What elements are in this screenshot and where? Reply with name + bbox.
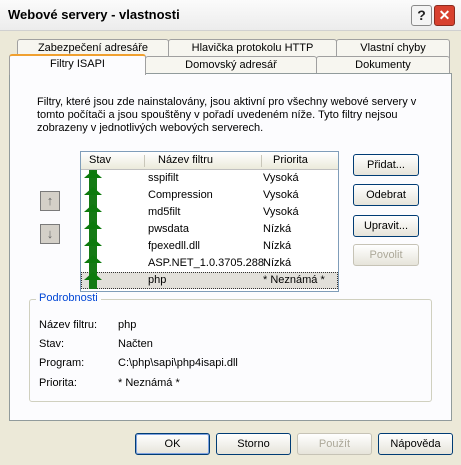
filter-name-cell: sspifilt bbox=[148, 172, 179, 184]
arrow-up-icon: ↑ bbox=[46, 193, 54, 208]
column-divider bbox=[261, 155, 262, 167]
filter-row[interactable]: ASP.NET_1.0.3705.288 Nízká bbox=[81, 255, 338, 272]
program-label: Program: bbox=[39, 357, 85, 369]
details-title: Podrobnosti bbox=[36, 292, 101, 304]
move-up-button[interactable]: ↑ bbox=[40, 191, 60, 211]
ok-button[interactable]: OK bbox=[135, 433, 210, 455]
tab-isapi-filters[interactable]: Filtry ISAPI bbox=[9, 54, 146, 75]
column-header-status[interactable]: Stav bbox=[89, 154, 111, 166]
green-up-arrow-icon bbox=[84, 255, 102, 263]
filter-row[interactable]: md5filt Vysoká bbox=[81, 204, 338, 221]
list-header: Stav Název filtru Priorita bbox=[81, 152, 338, 170]
green-up-arrow-icon bbox=[84, 221, 102, 229]
green-up-arrow-icon bbox=[84, 170, 102, 178]
filter-priority-cell: Nízká bbox=[263, 223, 292, 235]
filter-priority-cell: Nízká bbox=[263, 240, 292, 252]
cancel-button[interactable]: Storno bbox=[216, 433, 291, 455]
green-up-arrow-icon bbox=[84, 204, 102, 212]
details-group bbox=[29, 299, 432, 402]
description-text: Filtry, které jsou zde nainstalovány, js… bbox=[37, 96, 417, 134]
arrow-down-icon: ↓ bbox=[46, 226, 54, 241]
filter-name-cell: Compression bbox=[148, 189, 213, 201]
properties-dialog: Webové servery - vlastnosti ? ✕ Zabezpeč… bbox=[0, 0, 461, 465]
column-header-name[interactable]: Název filtru bbox=[158, 154, 213, 166]
filter-name-value: php bbox=[118, 319, 137, 331]
filter-list[interactable]: Stav Název filtru Priorita sspifilt Vysok… bbox=[80, 151, 339, 292]
close-icon[interactable]: ✕ bbox=[434, 5, 455, 26]
add-button[interactable]: Přidat... bbox=[353, 154, 419, 176]
filter-row[interactable]: pwsdata Nízká bbox=[81, 221, 338, 238]
remove-button[interactable]: Odebrat bbox=[353, 184, 419, 206]
filter-name-cell: pwsdata bbox=[148, 223, 189, 235]
column-divider bbox=[144, 155, 145, 167]
filter-name-cell: php bbox=[148, 274, 167, 286]
title-bar: Webové servery - vlastnosti ? ✕ bbox=[0, 0, 461, 31]
filter-name-cell: ASP.NET_1.0.3705.288 bbox=[148, 257, 264, 269]
apply-button[interactable]: Použít bbox=[297, 433, 372, 455]
program-value: C:\php\sapi\php4isapi.dll bbox=[118, 357, 238, 369]
filter-name-cell: md5filt bbox=[148, 206, 181, 218]
filter-row[interactable]: fpexedll.dll Nízká bbox=[81, 238, 338, 255]
edit-button[interactable]: Upravit... bbox=[353, 215, 419, 237]
green-up-arrow-icon bbox=[84, 187, 102, 195]
status-value: Načten bbox=[118, 338, 153, 350]
filter-priority-cell: Vysoká bbox=[263, 189, 299, 201]
status-label: Stav: bbox=[39, 338, 65, 350]
filter-name-label: Název filtru: bbox=[39, 319, 98, 331]
enable-button[interactable]: Povolit bbox=[353, 244, 419, 266]
window-title: Webové servery - vlastnosti bbox=[8, 7, 180, 22]
priority-value: * Neznámá * bbox=[118, 377, 180, 389]
filter-priority-cell: * Neznámá * bbox=[263, 274, 325, 286]
filter-name-cell: fpexedll.dll bbox=[148, 240, 200, 252]
priority-label: Priorita: bbox=[39, 377, 77, 389]
filter-row[interactable]: sspifilt Vysoká bbox=[81, 170, 338, 187]
green-up-arrow-icon bbox=[84, 238, 102, 246]
filter-row[interactable]: php * Neznámá * bbox=[81, 272, 338, 289]
green-up-arrow-icon bbox=[84, 272, 102, 280]
move-down-button[interactable]: ↓ bbox=[40, 224, 60, 244]
help-button[interactable]: Nápověda bbox=[378, 433, 453, 455]
help-icon[interactable]: ? bbox=[411, 5, 432, 26]
filter-priority-cell: Vysoká bbox=[263, 172, 299, 184]
column-header-priority[interactable]: Priorita bbox=[273, 154, 308, 166]
filter-priority-cell: Vysoká bbox=[263, 206, 299, 218]
filter-row[interactable]: Compression Vysoká bbox=[81, 187, 338, 204]
filter-priority-cell: Nízká bbox=[263, 257, 292, 269]
